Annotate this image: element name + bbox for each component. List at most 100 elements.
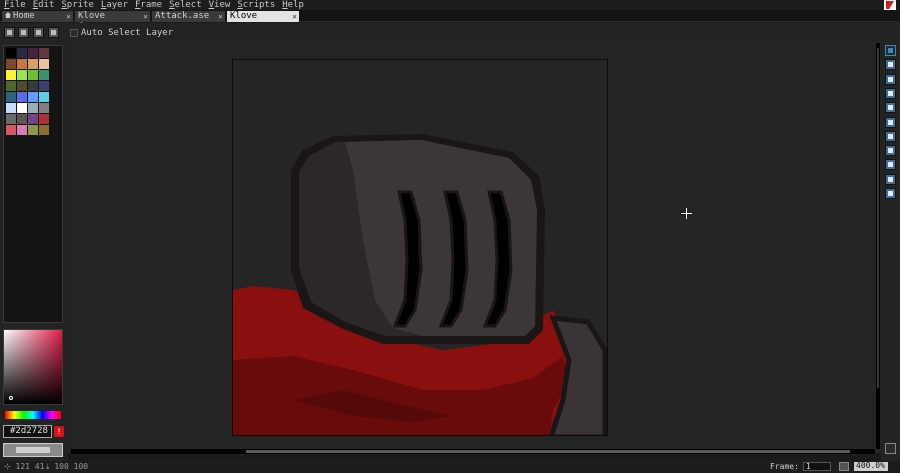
- palette-square-button[interactable]: [33, 27, 44, 38]
- pointer-coords: ⊹ 121 41: [4, 462, 45, 471]
- hue-slider[interactable]: [5, 411, 61, 419]
- palette-swatch[interactable]: [6, 70, 16, 80]
- palette-swatch[interactable]: [39, 92, 49, 102]
- app-logo-icon: [884, 0, 896, 10]
- add-color-button[interactable]: [18, 27, 29, 38]
- home-icon: [5, 12, 11, 18]
- tab-klove-cover[interactable]: Klove Cover.as ✕: [75, 11, 151, 32]
- menu-icon: [51, 30, 56, 35]
- tool-bar: [881, 43, 900, 461]
- palette-swatch[interactable]: [17, 48, 27, 58]
- scrollbar-thumb[interactable]: [877, 48, 879, 388]
- palette-swatch[interactable]: [28, 59, 38, 69]
- palette-swatch[interactable]: [39, 70, 49, 80]
- cursor-v: [686, 208, 687, 219]
- eraser-glyph: [888, 76, 893, 82]
- palette-swatch[interactable]: [17, 70, 27, 80]
- close-icon[interactable]: ✕: [143, 11, 148, 22]
- palette-swatch[interactable]: [39, 81, 49, 91]
- tab-label: Attack.ase: [155, 11, 210, 21]
- palette-swatch[interactable]: [39, 114, 49, 124]
- move-cursor-icon: [681, 208, 692, 219]
- menu-layer[interactable]: Layer: [97, 0, 131, 10]
- tab-bar: Home ✕ Klove Cover.as ✕ Attack.ase ✕ Klo…: [0, 10, 900, 32]
- palette-swatch[interactable]: [6, 125, 16, 135]
- spectrum-cursor[interactable]: [9, 396, 13, 400]
- color-panel: #2d2728 !: [0, 43, 68, 461]
- rectangle-icon[interactable]: [885, 159, 896, 171]
- palette-swatch[interactable]: [39, 103, 49, 113]
- palette-menu-button[interactable]: [48, 27, 59, 38]
- menu-edit[interactable]: Edit: [29, 0, 58, 10]
- palette-swatch[interactable]: [17, 92, 27, 102]
- eraser-icon[interactable]: [885, 73, 896, 85]
- palette-swatch[interactable]: [28, 92, 38, 102]
- close-icon[interactable]: ✕: [292, 11, 297, 22]
- plus-icon: [21, 30, 26, 35]
- paint-bucket-icon[interactable]: [885, 130, 896, 142]
- horizontal-scrollbar[interactable]: [71, 449, 875, 454]
- palette-swatch[interactable]: [6, 81, 16, 91]
- move-icon[interactable]: [885, 116, 896, 128]
- blur-icon[interactable]: [885, 188, 896, 199]
- palette-swatch[interactable]: [17, 59, 27, 69]
- palette-swatch[interactable]: [17, 103, 27, 113]
- tab-home[interactable]: Home ✕: [2, 11, 74, 22]
- auto-select-layer-checkbox[interactable]: [70, 29, 78, 37]
- line-icon[interactable]: [885, 145, 896, 157]
- palette-swatch[interactable]: [39, 125, 49, 135]
- background-swatch[interactable]: [16, 447, 50, 453]
- zoom-field[interactable]: 400.0%: [854, 462, 888, 471]
- warning-icon[interactable]: !: [54, 426, 64, 437]
- scrollbar-thumb[interactable]: [246, 450, 850, 453]
- menu-frame[interactable]: Frame: [131, 0, 165, 10]
- frame-input[interactable]: 1: [803, 462, 831, 471]
- palette-swatch[interactable]: [28, 125, 38, 135]
- marquee-icon[interactable]: [885, 45, 896, 56]
- palette-swatch[interactable]: [28, 48, 38, 58]
- hex-color-field[interactable]: #2d2728: [3, 425, 52, 438]
- palette-swatch[interactable]: [6, 48, 16, 58]
- eyedropper-icon[interactable]: [885, 87, 896, 99]
- menu-scripts[interactable]: Scripts: [233, 0, 278, 10]
- palette-swatch[interactable]: [6, 114, 16, 124]
- menu-help[interactable]: Help: [278, 0, 307, 10]
- selection-size: ⤓ 100 100: [46, 462, 89, 471]
- palette-swatch[interactable]: [28, 70, 38, 80]
- pencil-glyph: [888, 62, 893, 68]
- tab-klove-knight[interactable]: Klove Knight.as ✕: [227, 11, 300, 32]
- palette-swatch[interactable]: [17, 125, 27, 135]
- palette-swatch[interactable]: [28, 103, 38, 113]
- palette-swatch[interactable]: [39, 59, 49, 69]
- palette-swatch[interactable]: [39, 48, 49, 58]
- palette-swatch[interactable]: [17, 114, 27, 124]
- palette-swatch[interactable]: [28, 114, 38, 124]
- close-icon[interactable]: ✕: [66, 11, 71, 22]
- menu-view[interactable]: View: [205, 0, 234, 10]
- frame-options-button[interactable]: [839, 462, 849, 471]
- menu-file[interactable]: File: [0, 0, 29, 10]
- palette-swatch[interactable]: [6, 103, 16, 113]
- foreground-background-color[interactable]: [3, 443, 63, 457]
- palette-swatch[interactable]: [6, 59, 16, 69]
- eyedropper-glyph: [888, 90, 893, 96]
- color-spectrum[interactable]: [3, 329, 63, 405]
- zoom-icon[interactable]: [885, 102, 896, 114]
- menu-select[interactable]: Select: [165, 0, 205, 10]
- palette-swatch[interactable]: [28, 81, 38, 91]
- close-icon[interactable]: ✕: [218, 11, 223, 22]
- status-bar: ⊹ 121 41 ⤓ 100 100 Frame: 1 400.0%: [0, 461, 900, 473]
- contour-icon[interactable]: [885, 173, 896, 185]
- tab-attack[interactable]: Attack.ase ✕: [152, 11, 226, 22]
- size-value: 100 100: [54, 462, 89, 471]
- palette-swatch[interactable]: [17, 81, 27, 91]
- menu-bar: File Edit Sprite Layer Frame Select View…: [0, 0, 900, 10]
- palette-swatch[interactable]: [6, 92, 16, 102]
- sprite-canvas[interactable]: [232, 59, 608, 436]
- tab-label: Home: [13, 11, 35, 21]
- vertical-scrollbar[interactable]: [876, 43, 880, 449]
- timeline-toggle-button[interactable]: [885, 443, 896, 454]
- menu-sprite[interactable]: Sprite: [57, 0, 97, 10]
- palette-options-button[interactable]: [4, 27, 15, 38]
- pencil-icon[interactable]: [885, 59, 896, 71]
